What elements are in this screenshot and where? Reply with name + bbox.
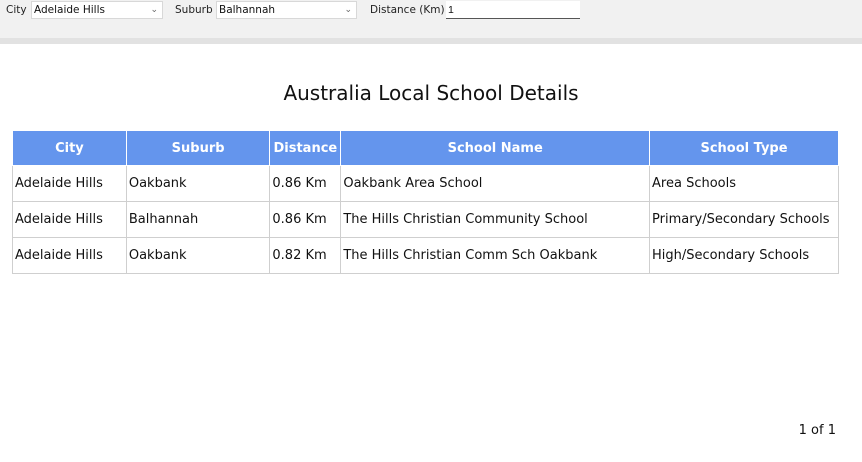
cell-school-name: The Hills Christian Community School (340, 201, 651, 238)
table-row[interactable]: Adelaide Hills Oakbank 0.82 Km The Hills… (12, 237, 839, 274)
city-select[interactable]: Adelaide Hills ⌄ (31, 1, 163, 19)
cell-school-name: The Hills Christian Comm Sch Oakbank (340, 237, 651, 274)
suburb-label: Suburb (175, 4, 213, 16)
cell-school-name: Oakbank Area School (340, 165, 651, 202)
column-header-suburb[interactable]: Suburb (125, 130, 271, 166)
cell-city: Adelaide Hills (12, 201, 127, 238)
cell-distance: 0.86 Km (269, 165, 342, 202)
toolbar-divider (0, 38, 862, 44)
cell-school-type: Area Schools (649, 165, 839, 202)
suburb-select-value: Balhannah (219, 4, 276, 16)
table-row[interactable]: Adelaide Hills Oakbank 0.86 Km Oakbank A… (12, 165, 839, 202)
city-label: City (6, 4, 27, 16)
column-header-school-type[interactable]: School Type (649, 130, 839, 166)
cell-suburb: Oakbank (125, 237, 271, 274)
suburb-select[interactable]: Balhannah ⌄ (216, 1, 357, 19)
schools-table: City Suburb Distance School Name School … (12, 130, 839, 274)
page-title: Australia Local School Details (283, 81, 579, 105)
cell-suburb: Oakbank (125, 165, 271, 202)
cell-city: Adelaide Hills (12, 237, 127, 274)
cell-city: Adelaide Hills (12, 165, 127, 202)
distance-input[interactable] (446, 1, 580, 19)
filter-toolbar: City Adelaide Hills ⌄ Suburb Balhannah ⌄… (0, 0, 862, 38)
cell-distance: 0.86 Km (269, 201, 342, 238)
cell-school-type: High/Secondary Schools (649, 237, 839, 274)
column-header-school-name[interactable]: School Name (340, 130, 651, 166)
cell-suburb: Balhannah (125, 201, 271, 238)
page-indicator: 1 of 1 (798, 423, 836, 438)
city-select-value: Adelaide Hills (34, 4, 105, 16)
table-row[interactable]: Adelaide Hills Balhannah 0.86 Km The Hil… (12, 201, 839, 238)
cell-school-type: Primary/Secondary Schools (649, 201, 839, 238)
column-header-city[interactable]: City (12, 130, 127, 166)
table-header-row: City Suburb Distance School Name School … (12, 130, 839, 166)
distance-label: Distance (Km) (370, 4, 445, 16)
chevron-down-icon: ⌄ (344, 5, 352, 15)
chevron-down-icon: ⌄ (150, 5, 158, 15)
column-header-distance[interactable]: Distance (269, 130, 342, 166)
cell-distance: 0.82 Km (269, 237, 342, 274)
